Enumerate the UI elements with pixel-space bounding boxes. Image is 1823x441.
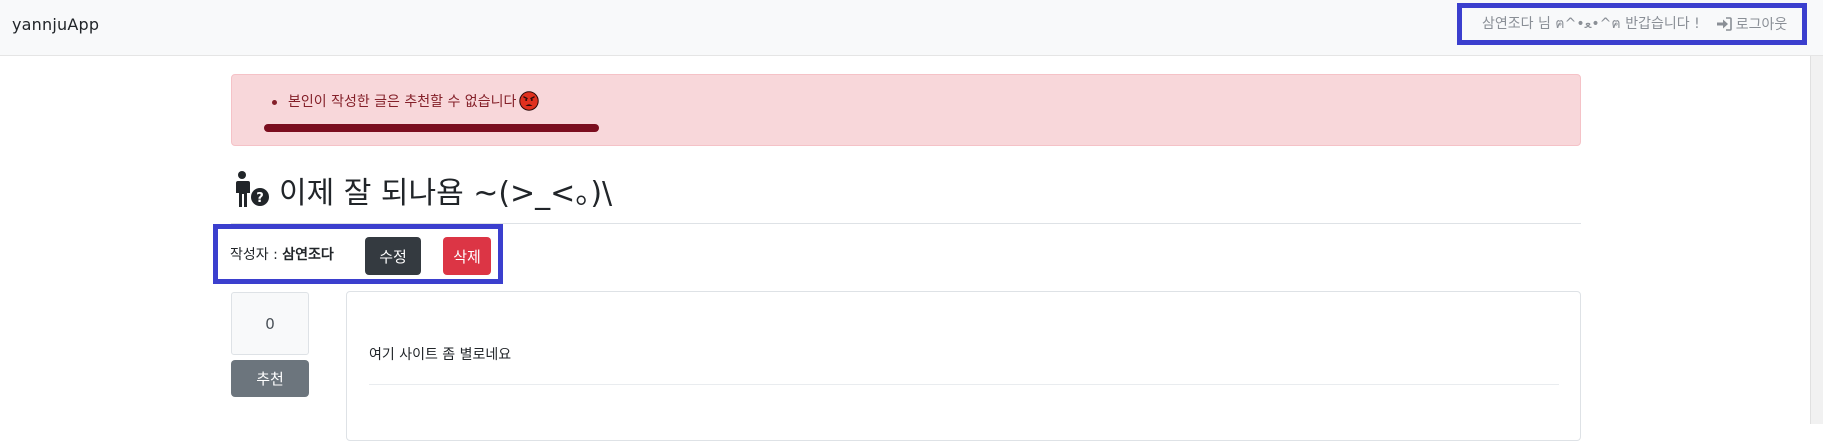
content-divider (369, 384, 1559, 385)
logout-link[interactable]: 로그아웃 (1716, 14, 1788, 34)
author-label: 작성자 : (230, 247, 283, 263)
vote-count: 0 (231, 292, 309, 355)
user-menu: 삼연조다 님 ฅ^•ﻌ•^ฅ 반갑습니다 ! 로그아웃 (1457, 3, 1807, 45)
page-title: 이제 잘 되나욤 ~(>_<。)\ (279, 176, 613, 211)
person-question-icon: ? (236, 171, 269, 207)
post-content: 여기 사이트 좀 별로네요 (369, 347, 512, 363)
author-toolbar: 작성자 : 삼연조다 수정 삭제 (213, 224, 503, 284)
navbar: yannjuApp 삼연조다 님 ฅ^•ﻌ•^ฅ 반갑습니다 ! 로그아웃 (0, 0, 1823, 56)
delete-button[interactable]: 삭제 (443, 237, 491, 275)
post-content-card: 여기 사이트 좀 별로네요 (346, 291, 1581, 441)
alert-message: 본인이 작성한 글은 추천할 수 없습니다 (288, 94, 517, 110)
logout-label: 로그아웃 (1735, 17, 1788, 33)
edit-button[interactable]: 수정 (365, 237, 421, 275)
angry-face-icon (519, 91, 540, 111)
author-name: 삼연조다 (282, 247, 334, 263)
author-info: 작성자 : 삼연조다 (230, 244, 334, 264)
alert-underline (264, 124, 599, 132)
recommend-button[interactable]: 추천 (231, 360, 309, 397)
greeting-text: 삼연조다 님 ฅ^•ﻌ•^ฅ 반갑습니다 ! (1482, 16, 1700, 32)
sign-in-icon (1716, 17, 1732, 31)
page-scrollbar[interactable] (1810, 56, 1823, 424)
brand-logo[interactable]: yannjuApp (12, 15, 99, 34)
svg-text:?: ? (256, 191, 264, 206)
alert-message-item: 본인이 작성한 글은 추천할 수 없습니다 (271, 91, 540, 111)
alert-danger: 본인이 작성한 글은 추천할 수 없습니다 (231, 74, 1581, 146)
post-title-row: ? 이제 잘 되나욤 ~(>_<。)\ (231, 168, 612, 212)
